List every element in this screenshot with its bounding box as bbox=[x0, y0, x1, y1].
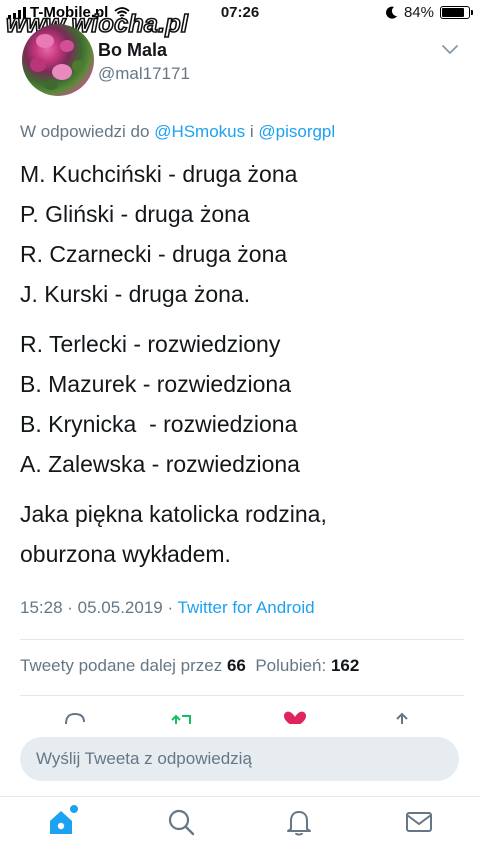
share-icon[interactable] bbox=[390, 710, 414, 724]
reply-input[interactable]: Wyślij Tweeta z odpowiedzią bbox=[20, 737, 459, 781]
timestamp-text: 15:28 · 05.05.2019 · bbox=[20, 598, 178, 617]
divider bbox=[20, 639, 464, 640]
nav-messages[interactable] bbox=[404, 807, 434, 837]
mention-link[interactable]: @pisorgpl bbox=[258, 122, 335, 141]
tweet-line: R. Terlecki - rozwiedziony bbox=[20, 331, 281, 357]
moon-icon bbox=[385, 6, 397, 19]
tweet-line: R. Czarnecki - druga żona bbox=[20, 241, 288, 267]
reply-to-prefix: W odpowiedzi do bbox=[20, 122, 155, 141]
reply-icon[interactable] bbox=[62, 710, 88, 724]
tweet-actions bbox=[0, 708, 480, 724]
mention-link[interactable]: @HSmokus bbox=[154, 122, 245, 141]
nav-notifications[interactable] bbox=[284, 807, 314, 837]
author-display-name[interactable]: Bo Mala bbox=[98, 40, 167, 61]
battery-icon bbox=[440, 6, 473, 19]
tweet-line: B. Krynicka - rozwiedziona bbox=[20, 411, 298, 437]
retweets-label: Tweety podane dalej przez bbox=[20, 656, 227, 675]
tweet-text: M. Kuchciński - druga żona P. Gliński - … bbox=[20, 154, 460, 574]
reply-placeholder: Wyślij Tweeta z odpowiedzią bbox=[36, 749, 252, 768]
reply-to-line: W odpowiedzi do @HSmokus i @pisorgpl bbox=[20, 122, 335, 142]
chevron-down-icon[interactable] bbox=[440, 40, 460, 60]
search-icon bbox=[168, 809, 195, 836]
tweet-line: P. Gliński - druga żona bbox=[20, 201, 250, 227]
client-link[interactable]: Twitter for Android bbox=[178, 598, 315, 617]
tweet-stats[interactable]: Tweety podane dalej przez 66 Polubień: 1… bbox=[20, 656, 359, 676]
nav-home[interactable] bbox=[46, 805, 78, 837]
battery-percent: 84% bbox=[403, 4, 434, 21]
tweet-line: M. Kuchciński - druga żona bbox=[20, 161, 298, 187]
tweet-line: Jaka piękna katolicka rodzina, bbox=[20, 501, 327, 527]
tweet-line: B. Mazurek - rozwiedziona bbox=[20, 371, 291, 397]
likes-label: Polubień: bbox=[255, 656, 331, 675]
divider bbox=[20, 695, 464, 696]
likes-count: 162 bbox=[330, 656, 360, 675]
tweet-line: A. Zalewska - rozwiedziona bbox=[20, 451, 300, 477]
avatar[interactable] bbox=[22, 24, 94, 96]
bell-icon bbox=[287, 811, 311, 836]
bottom-nav bbox=[0, 796, 480, 853]
reply-to-join: i bbox=[245, 122, 259, 141]
nav-search[interactable] bbox=[166, 807, 196, 837]
retweet-icon[interactable] bbox=[170, 710, 196, 724]
retweets-count: 66 bbox=[226, 656, 246, 675]
tweet-line: J. Kurski - druga żona. bbox=[20, 281, 251, 307]
like-icon[interactable] bbox=[282, 710, 308, 724]
tweet-line: oburzona wykładem. bbox=[20, 541, 231, 567]
status-right: 84% bbox=[385, 4, 473, 21]
battery-fill bbox=[442, 8, 464, 17]
notification-dot bbox=[70, 805, 78, 813]
author-handle[interactable]: @mal17171 bbox=[98, 64, 190, 84]
mail-icon bbox=[406, 812, 432, 832]
tweet-timestamp: 15:28 · 05.05.2019 · Twitter for Android bbox=[20, 598, 315, 618]
